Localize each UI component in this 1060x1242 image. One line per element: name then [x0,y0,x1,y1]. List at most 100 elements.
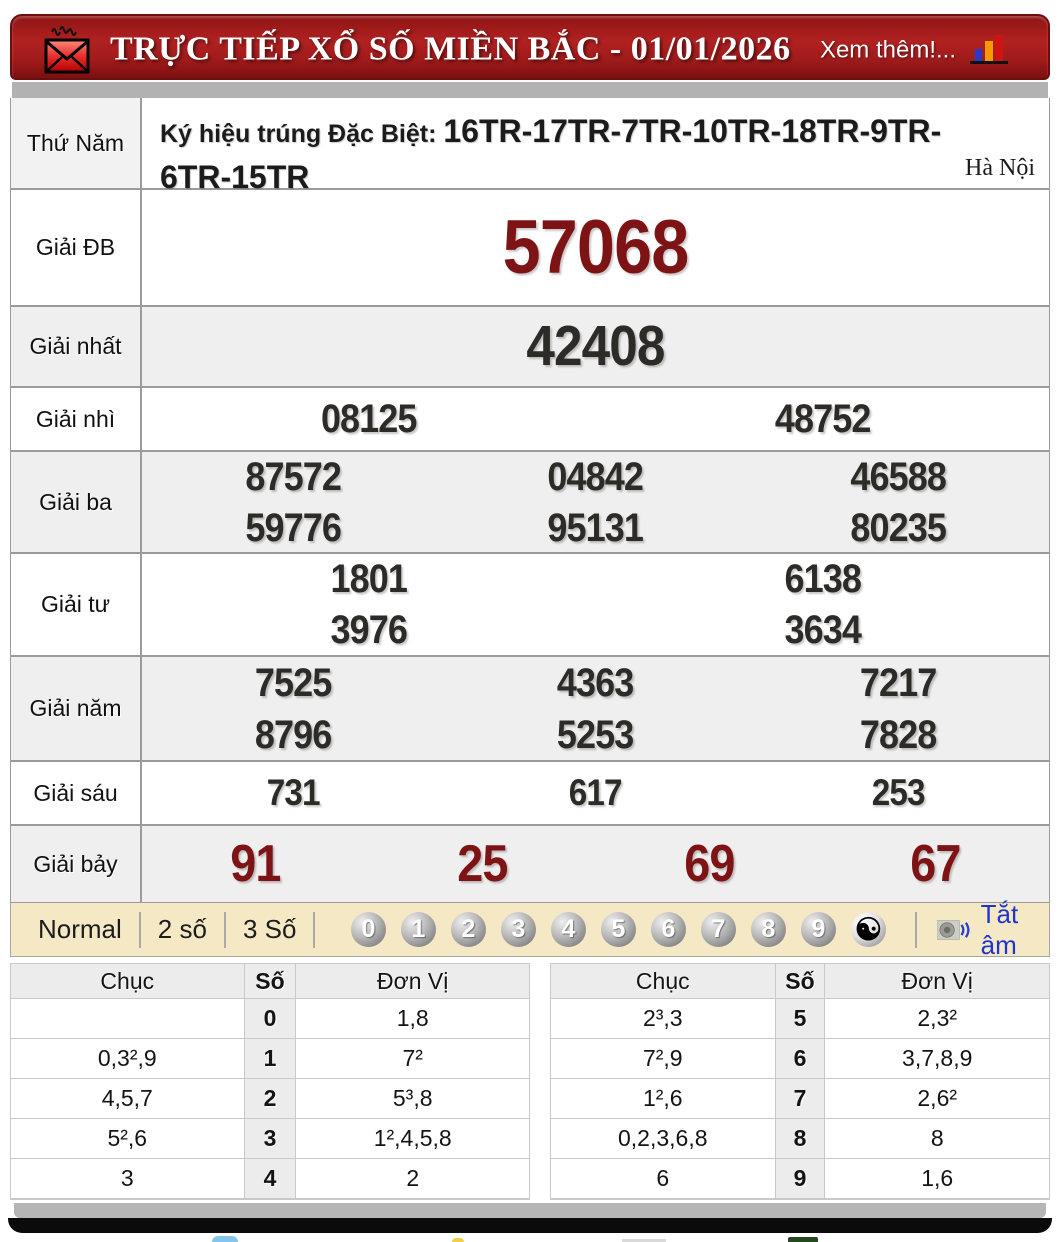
table-header-row: Chục Số Đơn Vị [10,963,530,999]
prize-number: 42408 [526,314,665,378]
see-more-link[interactable]: Xem thêm!... [820,36,956,64]
results-table: Thứ Năm Ký hiệu trúng Đặc Biệt: 16TR-17T… [10,98,1050,903]
prize-number: 25 [456,835,508,893]
summary-cell: 2,3² [824,998,1050,1039]
prize-row-sau: Giải sáu 731 617 253 [11,762,1049,826]
prize-row-nhat: Giải nhất 42408 [11,307,1049,388]
mode-2so[interactable]: 2 số [141,914,224,945]
table-row: 0,2,3,6,8 8 8 [550,1118,1050,1159]
table-row: 1²,6 7 2,6² [550,1078,1050,1119]
summary-cell: 9 [774,1158,826,1200]
summary-cell: 0 [243,998,297,1039]
ball-2[interactable]: 2 [450,912,486,947]
header-donvi: Đơn Vị [295,963,530,999]
table-row: 6 9 1,6 [550,1158,1050,1200]
summary-table-right: Chục Số Đơn Vị 2³,3 5 2,3² 7²,9 6 3,7,8,… [550,963,1050,1200]
summary-cell: 0,2,3,6,8 [550,1118,776,1159]
region-label: Hà Nội [965,155,1035,181]
ball-4[interactable]: 4 [550,912,586,947]
mode-3so[interactable]: 3 Số [226,914,314,945]
prize-number: 46588 [850,455,947,499]
summary-cell: 8 [824,1118,1050,1159]
header-chuc: Chục [10,963,245,999]
speaker-icon[interactable] [937,915,970,945]
summary-cell: 3 [10,1158,245,1200]
ball-9[interactable]: 9 [800,912,836,947]
prize-number: 5253 [557,713,634,757]
ball-5[interactable]: 5 [600,912,636,947]
frame-strip [12,82,1048,98]
summary-cell: 1²,4,5,8 [295,1118,530,1159]
prize-row-db: Giải ĐB 57068 [11,190,1049,307]
mute-button[interactable]: Tắt âm [981,899,1039,961]
prize-label: Giải nhì [11,388,142,450]
prize-number: 04842 [547,455,645,499]
ball-3[interactable]: 3 [500,912,536,947]
digit-summary: Chục Số Đơn Vị 0 1,8 0,3²,9 1 7² 4,5,7 2 [10,963,1050,1200]
prize-number: 91 [230,835,281,893]
control-bar: Normal 2 số 3 Số 0 1 2 3 4 5 6 7 8 9 ☯ T… [10,899,1050,960]
header-donvi: Đơn Vị [824,963,1050,999]
prize-label: Giải bảy [11,826,142,902]
mode-normal[interactable]: Normal [21,914,139,945]
summary-cell: 2 [243,1078,297,1119]
summary-cell: 5³,8 [295,1078,530,1119]
summary-cell: 6 [774,1038,826,1079]
table-row: 3 4 2 [10,1158,530,1200]
prize-number: 253 [871,772,925,813]
prize-number: 69 [683,835,735,893]
prize-number: 3976 [330,608,408,652]
prize-row-tu: Giải tư 1801 6138 3976 3634 [11,554,1049,657]
prize-number: 95131 [547,506,645,550]
summary-cell: 1,6 [824,1158,1050,1200]
ball-0[interactable]: 0 [350,912,386,947]
special-sign-cell: Ký hiệu trúng Đặc Biệt: 16TR-17TR-7TR-10… [142,98,1049,195]
prize-row-nam: Giải năm 7525 4363 7217 8796 5253 7828 [11,657,1049,762]
summary-cell: 2,6² [824,1078,1050,1119]
summary-cell: 7²,9 [550,1038,776,1079]
prize-number: 87572 [245,455,342,499]
table-row: 0,3²,9 1 7² [10,1038,530,1079]
prize-label: Giải năm [11,657,142,760]
summary-cell [10,998,245,1039]
prize-label: Giải tư [11,554,142,655]
prize-number: 59776 [245,506,342,550]
prize-number: 57068 [502,205,690,290]
prize-label: Giải sáu [11,762,142,824]
ball-1[interactable]: 1 [400,912,436,947]
bar-chart-icon[interactable] [968,32,1010,66]
prize-label: Giải ĐB [11,190,142,305]
sign-label: Ký hiệu trúng Đặc Biệt: [160,120,444,148]
envelope-icon [44,26,90,74]
prize-number: 48752 [774,397,871,441]
table-row: 4,5,7 2 5³,8 [10,1078,530,1119]
summary-cell: 2³,3 [550,998,776,1039]
summary-cell: 4 [243,1158,297,1200]
cutoff-icon [452,1238,464,1242]
ball-7[interactable]: 7 [700,912,736,947]
prize-number: 4363 [557,661,634,705]
ball-6[interactable]: 6 [650,912,686,947]
prize-label: Giải ba [11,452,142,552]
prize-label: Giải nhất [11,307,142,386]
yinyang-icon[interactable]: ☯ [850,912,886,947]
frame-bottom-black [8,1217,1052,1233]
prize-row-bay: Giải bảy 91 25 69 67 [11,826,1049,902]
summary-cell: 1 [243,1038,297,1079]
table-row: 5²,6 3 1²,4,5,8 [10,1118,530,1159]
weekday-label: Thứ Năm [11,98,142,188]
table-row: 2³,3 5 2,3² [550,998,1050,1039]
header-bar: TRỰC TIẾP XỔ SỐ MIỀN BẮC - 01/01/2026 Xe… [10,14,1050,80]
prize-number: 1801 [330,557,408,601]
summary-cell: 8 [774,1118,826,1159]
separator [915,911,918,948]
ball-8[interactable]: 8 [750,912,786,947]
prize-row-nhi: Giải nhì 08125 48752 [11,388,1049,452]
number-balls: 0 1 2 3 4 5 6 7 8 9 ☯ [343,912,893,947]
summary-cell: 3,7,8,9 [824,1038,1050,1079]
mute-control[interactable]: Tắt âm [937,899,1039,961]
prize-number: 731 [266,772,321,813]
cutoff-icon [788,1237,818,1242]
prize-number: 7525 [254,661,332,705]
lottery-page: TRỰC TIẾP XỔ SỐ MIỀN BẮC - 01/01/2026 Xe… [0,0,1060,1242]
